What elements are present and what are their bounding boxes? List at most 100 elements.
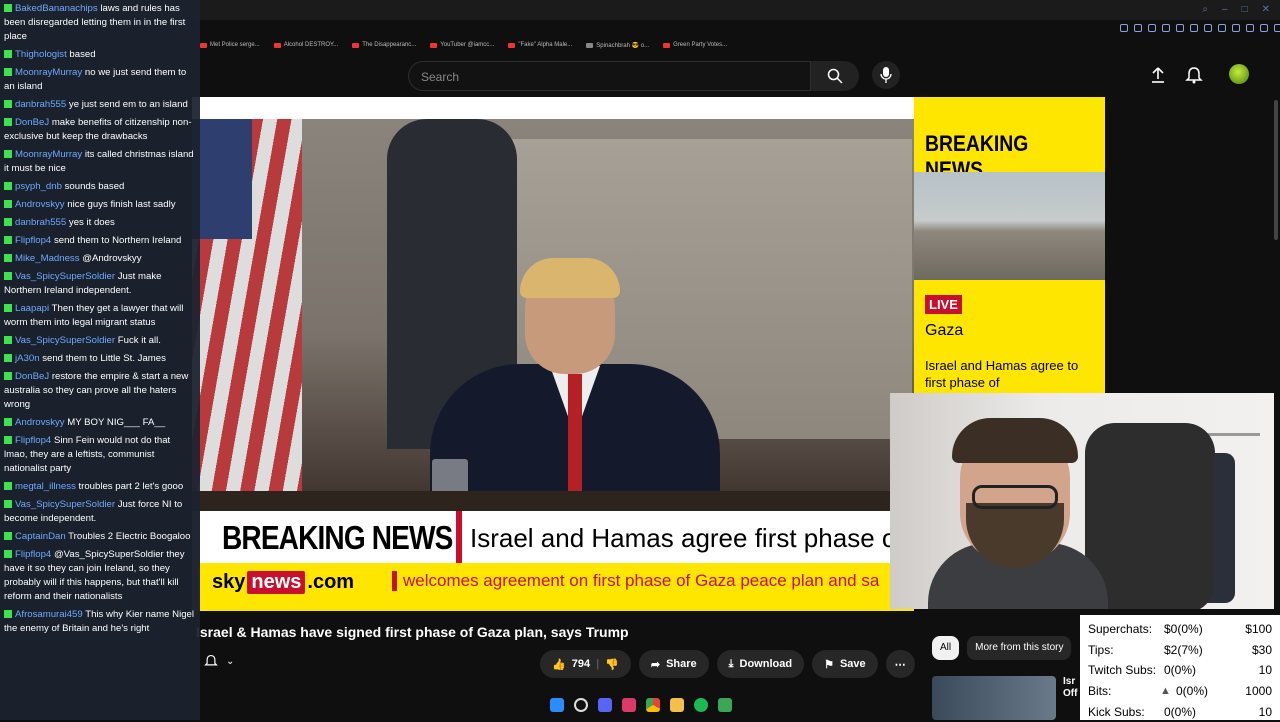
share-button[interactable]: ➦ Share [638, 650, 709, 678]
extension-icon[interactable] [1176, 24, 1184, 32]
upload-icon[interactable] [1150, 66, 1166, 84]
thumbs-down-icon[interactable]: 👎 [605, 658, 619, 671]
extension-icon[interactable] [1134, 24, 1142, 32]
chat-username[interactable]: danbrah555 [15, 99, 66, 110]
chat-username[interactable]: MoonrayMurray [15, 149, 82, 160]
video-top-strip [192, 97, 914, 119]
chat-username[interactable]: DonBeJ [15, 371, 49, 382]
spotify-icon[interactable] [694, 698, 708, 712]
thumbs-up-icon: 👍 [552, 658, 566, 671]
stat-value: 0(0%) [1164, 704, 1197, 719]
extension-icon[interactable] [1232, 24, 1240, 32]
maximize-button[interactable]: □ [1242, 4, 1248, 15]
bookmark[interactable]: Met Police serge... [200, 42, 260, 48]
voice-search-button[interactable] [872, 61, 900, 89]
extension-icon[interactable] [1218, 24, 1226, 32]
location-label: Gaza [925, 322, 964, 339]
bookmark[interactable]: Alcohol DESTROY... [273, 42, 338, 48]
stat-label-text: Tips: [1088, 642, 1114, 657]
chat-message: Vas_SpicySuperSoldier Fuck it all. [4, 334, 196, 348]
chat-username[interactable]: Vas_SpicySuperSoldier [15, 335, 115, 346]
more-actions-button[interactable]: ⋯ [885, 650, 915, 678]
chat-username[interactable]: Androvskyy [15, 417, 65, 428]
chat-username[interactable]: Flipflop4 [15, 549, 51, 560]
chat-message: Flipflop4 @Vas_SpicySuperSoldier they ha… [4, 548, 196, 604]
video-player[interactable]: BREAKING NEWS Israel and Hamas agree fir… [192, 97, 914, 611]
minimize-button[interactable]: – [1222, 4, 1228, 15]
stat-row-bits: Bits: ▲ 0(0%) 1000 [1084, 681, 1276, 702]
sky-side-panel: BREAKING NEWS LIVE Gaza Israel and Hamas… [914, 97, 1105, 393]
page-scrollbar[interactable] [1274, 100, 1278, 240]
close-button[interactable]: ✕ [1262, 4, 1270, 15]
extension-icon[interactable] [1246, 24, 1254, 32]
bookmark-icon: ⚑ [824, 658, 834, 671]
bookmark[interactable]: "Fake" Alpha Male... [508, 42, 572, 48]
app-icon[interactable] [622, 698, 636, 712]
account-avatar[interactable] [1229, 64, 1249, 84]
extension-icon[interactable] [1274, 24, 1280, 32]
folder-icon[interactable] [670, 698, 684, 712]
sub-badge-icon [4, 218, 12, 226]
chat-text: Fuck it all. [117, 335, 161, 346]
search-icon[interactable] [574, 698, 588, 712]
chip-more-from-story[interactable]: More from this story [967, 636, 1072, 660]
like-button[interactable]: 👍 794 | 👎 [540, 650, 631, 678]
extension-icon[interactable] [1260, 24, 1268, 32]
stat-label: Superchats: [1088, 622, 1153, 637]
chat-username[interactable]: Mike_Madness [15, 253, 80, 264]
chat-username[interactable]: DonBeJ [15, 117, 49, 128]
chat-username[interactable]: Afrosamurai459 [15, 609, 83, 620]
logo-sky: sky [212, 570, 246, 593]
window-controls: ⌕ – □ ✕ [1202, 4, 1270, 15]
extension-icon[interactable] [1120, 24, 1128, 32]
bookmark[interactable]: YouTuber @iamcc... [430, 42, 494, 48]
chat-username[interactable]: CaptainDan [15, 531, 66, 542]
bookmark[interactable]: The Disappearanc... [352, 42, 416, 48]
sub-badge-icon [4, 100, 12, 108]
chat-text: based [69, 49, 96, 60]
chat-message: CaptainDan Troubles 2 Electric Boogaloo [4, 530, 196, 544]
chat-username[interactable]: BakedBananachips [15, 3, 98, 14]
chat-username[interactable]: Vas_SpicySuperSoldier [15, 271, 115, 282]
discord-icon[interactable] [598, 698, 612, 712]
sub-badge-icon [4, 550, 12, 558]
search-icon[interactable]: ⌕ [1202, 4, 1208, 15]
stat-value: $2(7%) [1164, 642, 1203, 657]
bookmark[interactable]: Spinachbrah 😎 o... [586, 42, 649, 49]
chat-username[interactable]: danbrah555 [15, 217, 66, 228]
chip-all[interactable]: All [932, 636, 960, 660]
chat-username[interactable]: MoonrayMurray [15, 67, 82, 78]
chrome-icon[interactable] [646, 698, 660, 712]
chat-username[interactable]: Flipflop4 [15, 235, 51, 246]
logo-dotcom: .com [307, 570, 355, 593]
chat-username[interactable]: Laapapi [15, 303, 49, 314]
windows-start-icon[interactable] [550, 698, 564, 712]
search-button[interactable] [811, 61, 859, 91]
chat-username[interactable]: Flipflop4 [15, 435, 51, 446]
chat-username[interactable]: jA30n [15, 353, 40, 364]
sub-badge-icon [4, 532, 12, 540]
extension-icon[interactable] [1148, 24, 1156, 32]
chat-username[interactable]: psyph_dnb [15, 181, 62, 192]
recommended-thumbnail[interactable] [932, 676, 1056, 720]
xbox-icon[interactable] [718, 698, 732, 712]
chat-username[interactable]: Androvskyy [15, 199, 65, 210]
chat-username[interactable]: Vas_SpicySuperSoldier [15, 499, 115, 510]
save-button[interactable]: ⚑ Save [812, 650, 878, 678]
download-button[interactable]: ⤓ Download [716, 650, 805, 678]
speaker [430, 258, 720, 514]
flag-canton [192, 119, 252, 239]
extension-icon[interactable] [1204, 24, 1212, 32]
extension-icon[interactable] [1162, 24, 1170, 32]
chat-username[interactable]: Thighologist [15, 49, 67, 60]
sub-badge-icon [4, 118, 12, 126]
chat-username[interactable]: megtal_illness [15, 481, 76, 492]
download-label: Download [739, 658, 793, 670]
chat-text: send them to Northern Ireland [53, 235, 182, 246]
bookmark[interactable]: Green Party Votes... [663, 42, 727, 48]
search-input[interactable]: Search [408, 61, 811, 91]
notification-bell-icon[interactable] [204, 654, 218, 668]
notifications-bell-icon[interactable] [1185, 66, 1203, 84]
chevron-down-icon[interactable]: ⌄ [226, 656, 234, 667]
extension-icon[interactable] [1190, 24, 1198, 32]
